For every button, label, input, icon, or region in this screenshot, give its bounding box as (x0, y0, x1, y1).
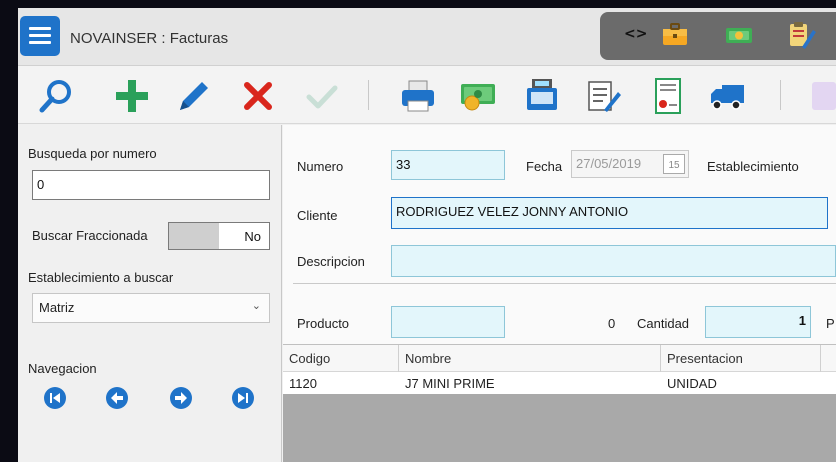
descripcion-label: Descripcion (297, 254, 365, 269)
briefcase-icon[interactable] (660, 20, 690, 50)
window-title: NOVAINSER : Facturas (70, 30, 229, 47)
fraccionada-label: Buscar Fraccionada (32, 228, 148, 243)
navegacion-label: Navegacion (28, 361, 97, 376)
establecimiento-selected: Matriz (39, 300, 75, 315)
delivery-truck-icon[interactable] (708, 76, 748, 116)
app-window: NOVAINSER : Facturas <> Busqueda por num… (18, 8, 836, 462)
cell-presentacion: UNIDAD (667, 376, 717, 391)
producto-input[interactable] (391, 306, 505, 338)
delete-icon[interactable] (238, 76, 278, 116)
fecha-label: Fecha (526, 159, 563, 174)
cantidad-label: Cantidad (637, 316, 690, 331)
grid-header: Codigo Nombre Presentacion (283, 344, 836, 373)
first-record-icon[interactable] (44, 387, 66, 409)
titlebar-actions: <> (600, 12, 836, 60)
toolbar (18, 66, 836, 124)
next-record-icon[interactable] (170, 387, 192, 409)
title-bar: NOVAINSER : Facturas <> (18, 8, 836, 66)
cantidad-input[interactable]: 1 (705, 306, 811, 338)
cell-codigo: 1120 (289, 376, 317, 391)
search-icon[interactable] (36, 76, 76, 116)
column-header-nombre[interactable]: Nombre (399, 345, 661, 373)
toggle-thumb (169, 223, 219, 249)
add-icon[interactable] (112, 76, 152, 116)
establecimiento-field-label: Establecimiento (707, 159, 799, 174)
column-header-codigo[interactable]: Codigo (283, 345, 399, 373)
print-icon[interactable] (398, 76, 438, 116)
table-row[interactable]: 1120 J7 MINI PRIME UNIDAD (283, 372, 836, 394)
establecimiento-select[interactable]: Matriz ⌄ (32, 293, 270, 323)
last-record-icon[interactable] (232, 387, 254, 409)
clipboard-edit-icon[interactable] (786, 20, 816, 50)
document-edit-icon[interactable] (584, 76, 624, 116)
fecha-input[interactable]: 27/05/2019 15 (571, 150, 689, 178)
descripcion-input[interactable] (391, 245, 836, 277)
confirm-icon[interactable] (302, 76, 342, 116)
more-icon[interactable] (804, 76, 836, 116)
cliente-input[interactable]: RODRIGUEZ VELEZ JONNY ANTONIO (391, 197, 828, 229)
toggle-value: No (244, 229, 261, 244)
certificate-icon[interactable] (648, 76, 688, 116)
menu-icon[interactable] (20, 16, 60, 56)
producto-label: Producto (297, 316, 350, 331)
search-panel: Busqueda por numero 0 Buscar Fraccionada… (18, 125, 282, 462)
payment-icon[interactable] (458, 76, 498, 116)
money-icon[interactable] (724, 20, 754, 50)
cliente-label: Cliente (297, 208, 338, 223)
cell-nombre: J7 MINI PRIME (405, 376, 495, 391)
establecimiento-label: Establecimiento a buscar (28, 270, 174, 285)
previous-record-icon[interactable] (106, 387, 128, 409)
search-number-input[interactable]: 0 (32, 170, 270, 200)
producto-count: 0 (608, 316, 616, 331)
edit-icon[interactable] (174, 76, 214, 116)
code-toggle-icon[interactable]: <> (624, 26, 647, 46)
fraccionada-toggle[interactable]: No (168, 222, 270, 250)
numero-label: Numero (297, 159, 344, 174)
calendar-icon[interactable]: 15 (663, 154, 685, 174)
column-header-presentacion[interactable]: Presentacion (661, 345, 821, 373)
product-grid: Codigo Nombre Presentacion 1120 J7 MINI … (283, 344, 836, 462)
form-divider (293, 283, 836, 284)
fecha-value: 27/05/2019 (576, 156, 642, 171)
search-number-label: Busqueda por numero (28, 146, 157, 161)
cash-register-icon[interactable] (522, 76, 562, 116)
toolbar-separator (368, 80, 369, 110)
precio-label-cut: P (826, 316, 835, 331)
chevron-down-icon: ⌄ (251, 300, 261, 312)
toolbar-separator (780, 80, 781, 110)
numero-input[interactable]: 33 (391, 150, 505, 180)
